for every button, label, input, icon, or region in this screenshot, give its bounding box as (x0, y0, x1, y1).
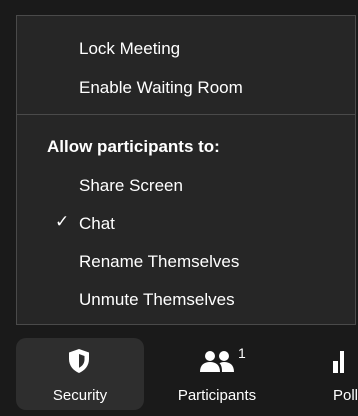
meeting-toolbar: Security 1 Participants Polls (0, 326, 358, 416)
polls-label: Polls (333, 387, 358, 404)
shield-icon (69, 349, 89, 373)
participant-count-badge: 1 (238, 345, 246, 361)
checkmark-icon: ✓ (55, 212, 70, 231)
menu-divider (17, 114, 355, 115)
security-button[interactable]: Security (16, 338, 144, 410)
allow-participants-heading: Allow participants to: (47, 137, 220, 156)
participants-button[interactable]: 1 Participants (160, 338, 274, 410)
polls-button[interactable]: Polls (320, 338, 358, 410)
participants-icon (200, 351, 234, 372)
lock-meeting-item[interactable]: Lock Meeting (79, 39, 180, 59)
bar-chart-icon (333, 351, 344, 373)
unmute-themselves-item[interactable]: Unmute Themselves (79, 290, 235, 310)
security-menu: Lock Meeting Enable Waiting Room Allow p… (16, 15, 356, 325)
security-label: Security (52, 387, 108, 404)
participants-label: Participants (177, 387, 257, 404)
chat-item[interactable]: Chat (79, 214, 115, 234)
rename-themselves-item[interactable]: Rename Themselves (79, 252, 239, 272)
share-screen-item[interactable]: Share Screen (79, 176, 183, 196)
enable-waiting-room-item[interactable]: Enable Waiting Room (79, 78, 243, 98)
